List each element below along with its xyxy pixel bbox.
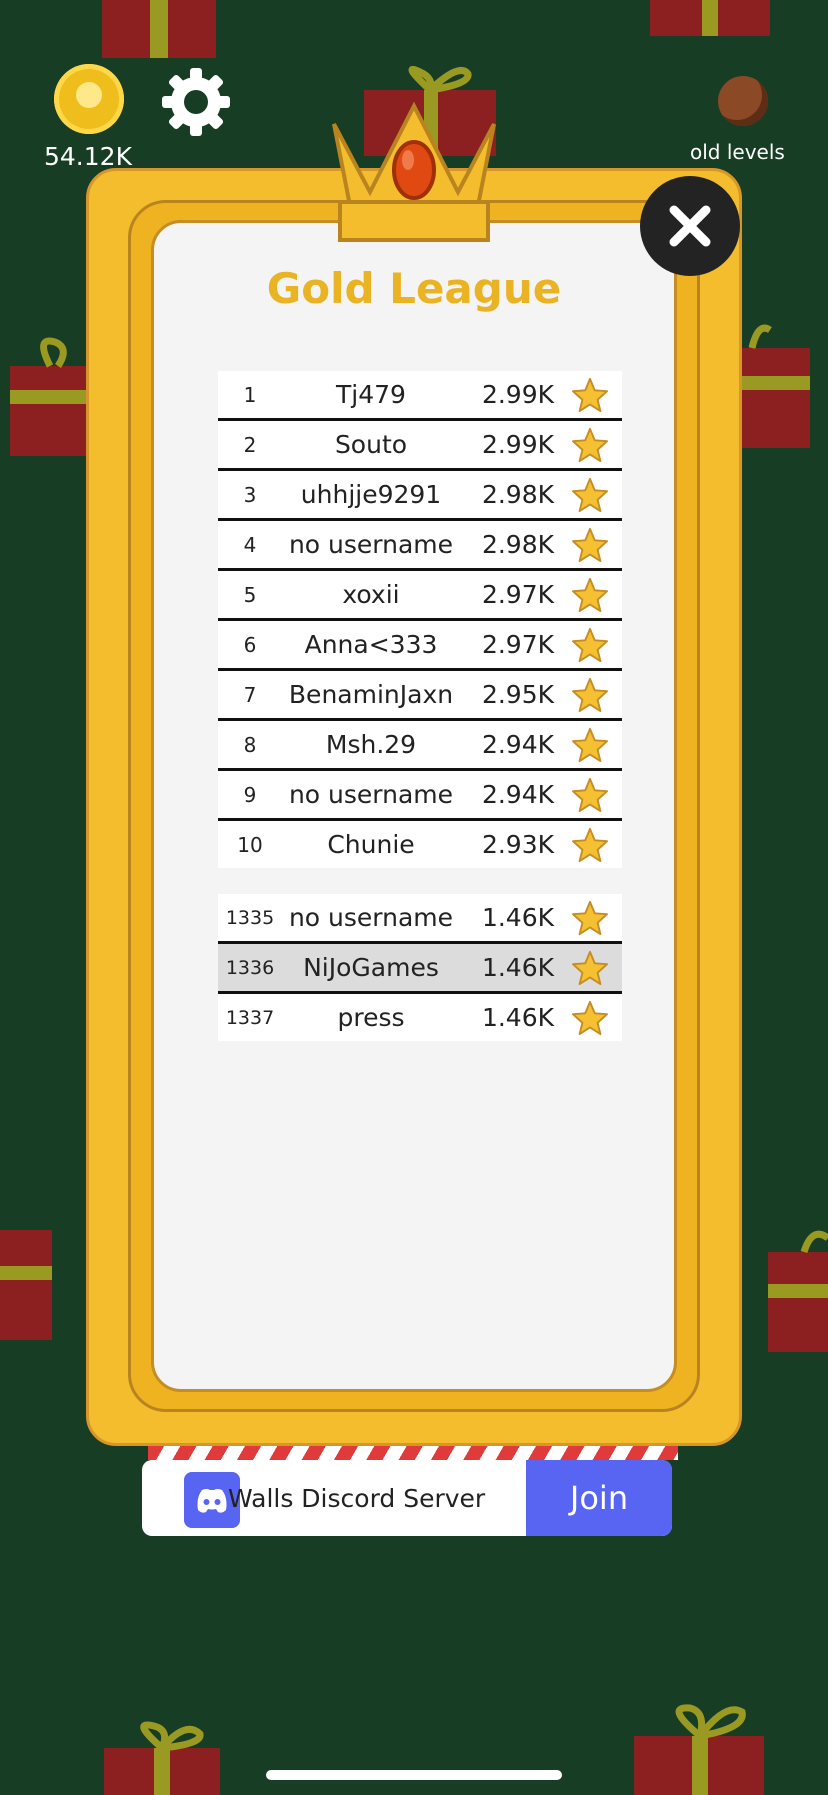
row-name: no username: [288, 903, 454, 932]
close-icon: [669, 205, 711, 247]
home-indicator[interactable]: [266, 1770, 562, 1780]
row-rank: 8: [243, 732, 257, 757]
leaderboard-row: 8 Msh.29 2.94K: [218, 721, 622, 771]
row-rank: 1: [243, 382, 257, 407]
row-score: 2.94K: [481, 780, 554, 809]
join-discord-button[interactable]: Join: [526, 1460, 672, 1536]
row-rank: 1336: [225, 956, 275, 979]
row-score: 2.98K: [481, 480, 554, 509]
leaderboard-row-current-player: 1336 NiJoGames 1.46K: [218, 944, 622, 994]
row-score: 2.97K: [481, 580, 554, 609]
row-rank: 9: [243, 782, 257, 807]
row-score: 2.94K: [481, 730, 554, 759]
row-name: Msh.29: [325, 730, 417, 759]
coin-balance: 54.12K: [44, 142, 132, 171]
row-rank: 1335: [225, 906, 275, 929]
star-icon: [572, 477, 608, 512]
star-icon: [572, 1000, 608, 1035]
leaderboard-row: 10 Chunie 2.93K: [218, 821, 622, 868]
row-rank: 3: [243, 482, 257, 507]
star-icon: [572, 777, 608, 812]
row-name: xoxii: [342, 580, 400, 609]
row-name: uhhjje9291: [300, 480, 442, 509]
star-icon: [572, 527, 608, 562]
leaderboard-row: 1337 press 1.46K: [218, 994, 622, 1041]
gift-icon: [634, 1704, 764, 1795]
row-rank: 1337: [225, 1006, 275, 1029]
gift-icon: [740, 324, 810, 448]
row-rank: 2: [243, 432, 257, 457]
row-rank: 4: [243, 532, 257, 557]
star-icon: [572, 427, 608, 462]
row-name: Anna<333: [304, 630, 438, 659]
leaderboard-row: 7 BenaminJaxn 2.95K: [218, 671, 622, 721]
row-score: 1.46K: [481, 903, 554, 932]
star-icon: [572, 727, 608, 762]
close-button[interactable]: [640, 176, 740, 276]
leaderboard-row: 2 Souto 2.99K: [218, 421, 622, 471]
old-levels-label[interactable]: old levels: [690, 140, 785, 164]
settings-gear-icon[interactable]: [160, 66, 232, 138]
row-score: 2.98K: [481, 530, 554, 559]
gift-icon: [0, 1230, 52, 1340]
row-rank: 6: [243, 632, 257, 657]
row-rank: 7: [243, 682, 257, 707]
star-icon: [572, 950, 608, 985]
row-score: 2.99K: [481, 430, 554, 459]
leaderboard-top: 1 Tj479 2.99K 2 Souto 2.99K 3 uhhjje9291 2.98K…: [218, 371, 622, 868]
row-name: NiJoGames: [303, 953, 439, 982]
leaderboard-row: 4 no username 2.98K: [218, 521, 622, 571]
old-levels-ball-icon[interactable]: [718, 76, 768, 126]
star-icon: [572, 377, 608, 412]
row-score: 1.46K: [481, 1003, 554, 1032]
star-icon: [572, 677, 608, 712]
star-icon: [572, 627, 608, 662]
row-score: 2.97K: [481, 630, 554, 659]
leaderboard-row: 9 no username 2.94K: [218, 771, 622, 821]
gift-icon: [102, 0, 216, 58]
gift-icon: [104, 1721, 220, 1795]
row-name: press: [337, 1003, 405, 1032]
leaderboard-row: 3 uhhjje9291 2.98K: [218, 471, 622, 521]
discord-server-label: Walls Discord Server: [228, 1484, 486, 1513]
leaderboard-row: 1335 no username 1.46K: [218, 894, 622, 944]
row-name: no username: [288, 780, 454, 809]
star-icon: [572, 827, 608, 862]
row-score: 2.99K: [481, 380, 554, 409]
gift-icon: [10, 337, 90, 456]
row-score: 2.95K: [481, 680, 554, 709]
gift-icon: [768, 1230, 828, 1352]
row-name: Souto: [334, 430, 408, 459]
row-score: 1.46K: [481, 953, 554, 982]
leaderboard-nearby: 1335 no username 1.46K 1336 NiJoGames 1.46K …: [218, 894, 622, 1041]
league-title: Gold League: [266, 264, 562, 313]
star-icon: [572, 900, 608, 935]
row-rank: 10: [237, 832, 263, 857]
gift-icon: [650, 0, 770, 36]
row-score: 2.93K: [481, 830, 554, 859]
crown-icon: [332, 101, 496, 242]
row-name: Tj479: [336, 380, 406, 409]
star-icon: [572, 577, 608, 612]
coin-icon[interactable]: [54, 64, 124, 134]
row-name: no username: [288, 530, 454, 559]
row-name: Chunie: [327, 830, 415, 859]
row-name: BenaminJaxn: [288, 680, 454, 709]
leaderboard-row: 1 Tj479 2.99K: [218, 371, 622, 421]
candy-stripe-divider: [148, 1446, 678, 1460]
row-rank: 5: [243, 582, 257, 607]
leaderboard-row: 6 Anna<333 2.97K: [218, 621, 622, 671]
leaderboard-row: 5 xoxii 2.97K: [218, 571, 622, 621]
